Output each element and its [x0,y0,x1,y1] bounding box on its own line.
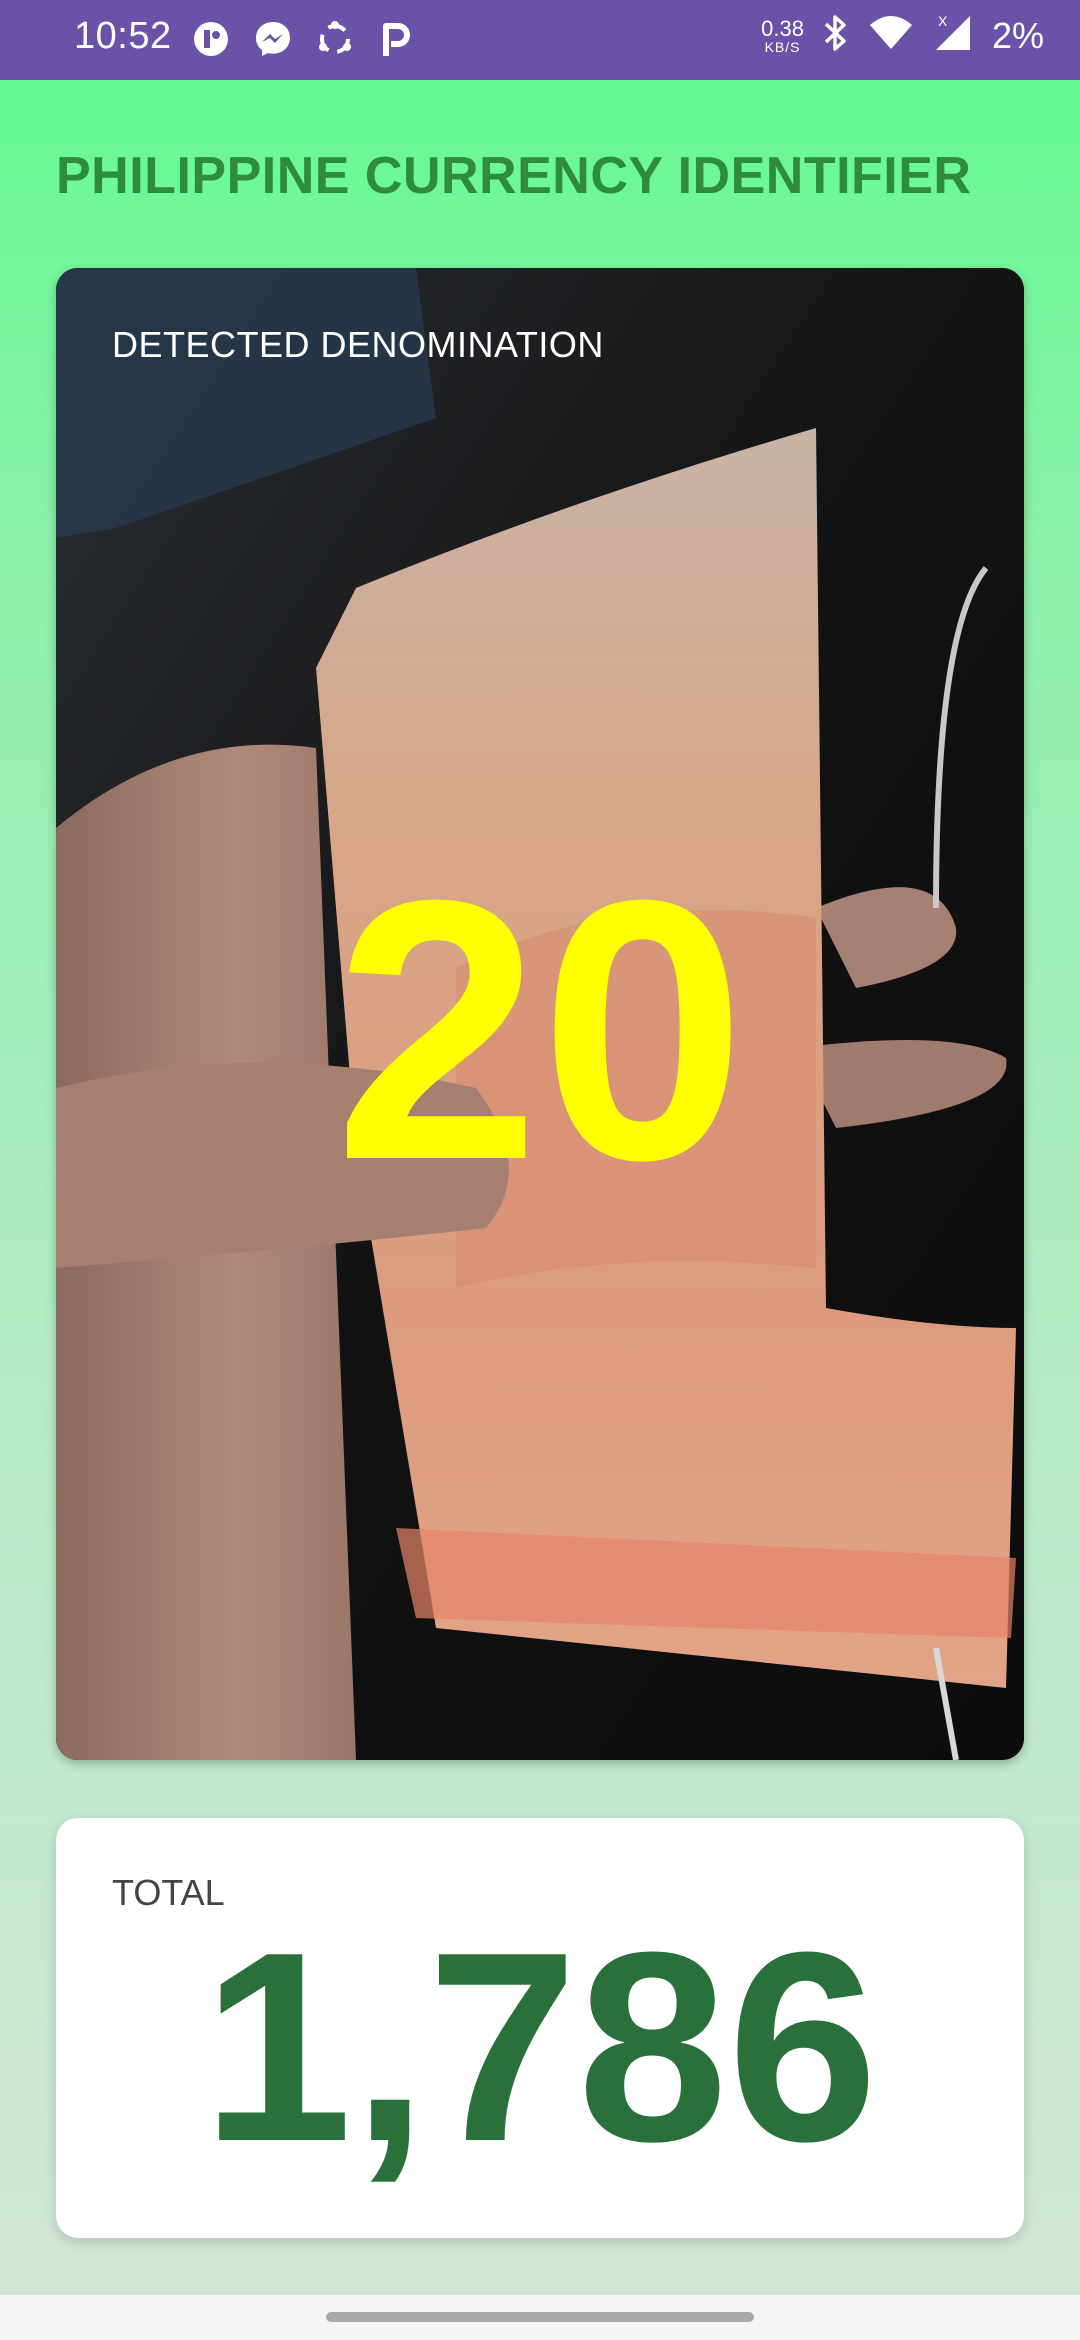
network-speed-value: 0.38 [761,15,804,41]
home-gesture-handle[interactable] [326,2312,754,2322]
camera-preview[interactable]: DETECTED DENOMINATION 20 [56,268,1024,1760]
sync-icon [314,18,356,60]
app-title: PHILIPPINE CURRENCY IDENTIFIER [56,147,972,205]
p-app-icon [376,18,418,60]
cellular-signal-icon: X [932,12,974,59]
status-right: 0.38 KB/S X 2% [761,12,1044,59]
svg-text:X: X [938,13,948,29]
bluetooth-icon [822,13,850,58]
detected-denomination-label: DETECTED DENOMINATION [112,324,604,365]
detected-denomination-value: 20 [334,824,746,1237]
total-value: 1,786 [202,1897,878,2198]
wifi-icon [868,13,914,58]
total-card: TOTAL 1,786 [56,1818,1024,2238]
privacy-icon [190,18,232,60]
status-time: 10:52 [74,15,172,57]
status-bar: 10:52 0.38 KB/S X 2% [0,0,1080,80]
network-speed-unit: KB/S [764,38,801,55]
navigation-bar [0,2295,1080,2340]
notification-icons [190,18,418,60]
network-speed: 0.38 KB/S [761,15,804,55]
messenger-icon [252,18,294,60]
battery-percent: 2% [991,14,1044,56]
